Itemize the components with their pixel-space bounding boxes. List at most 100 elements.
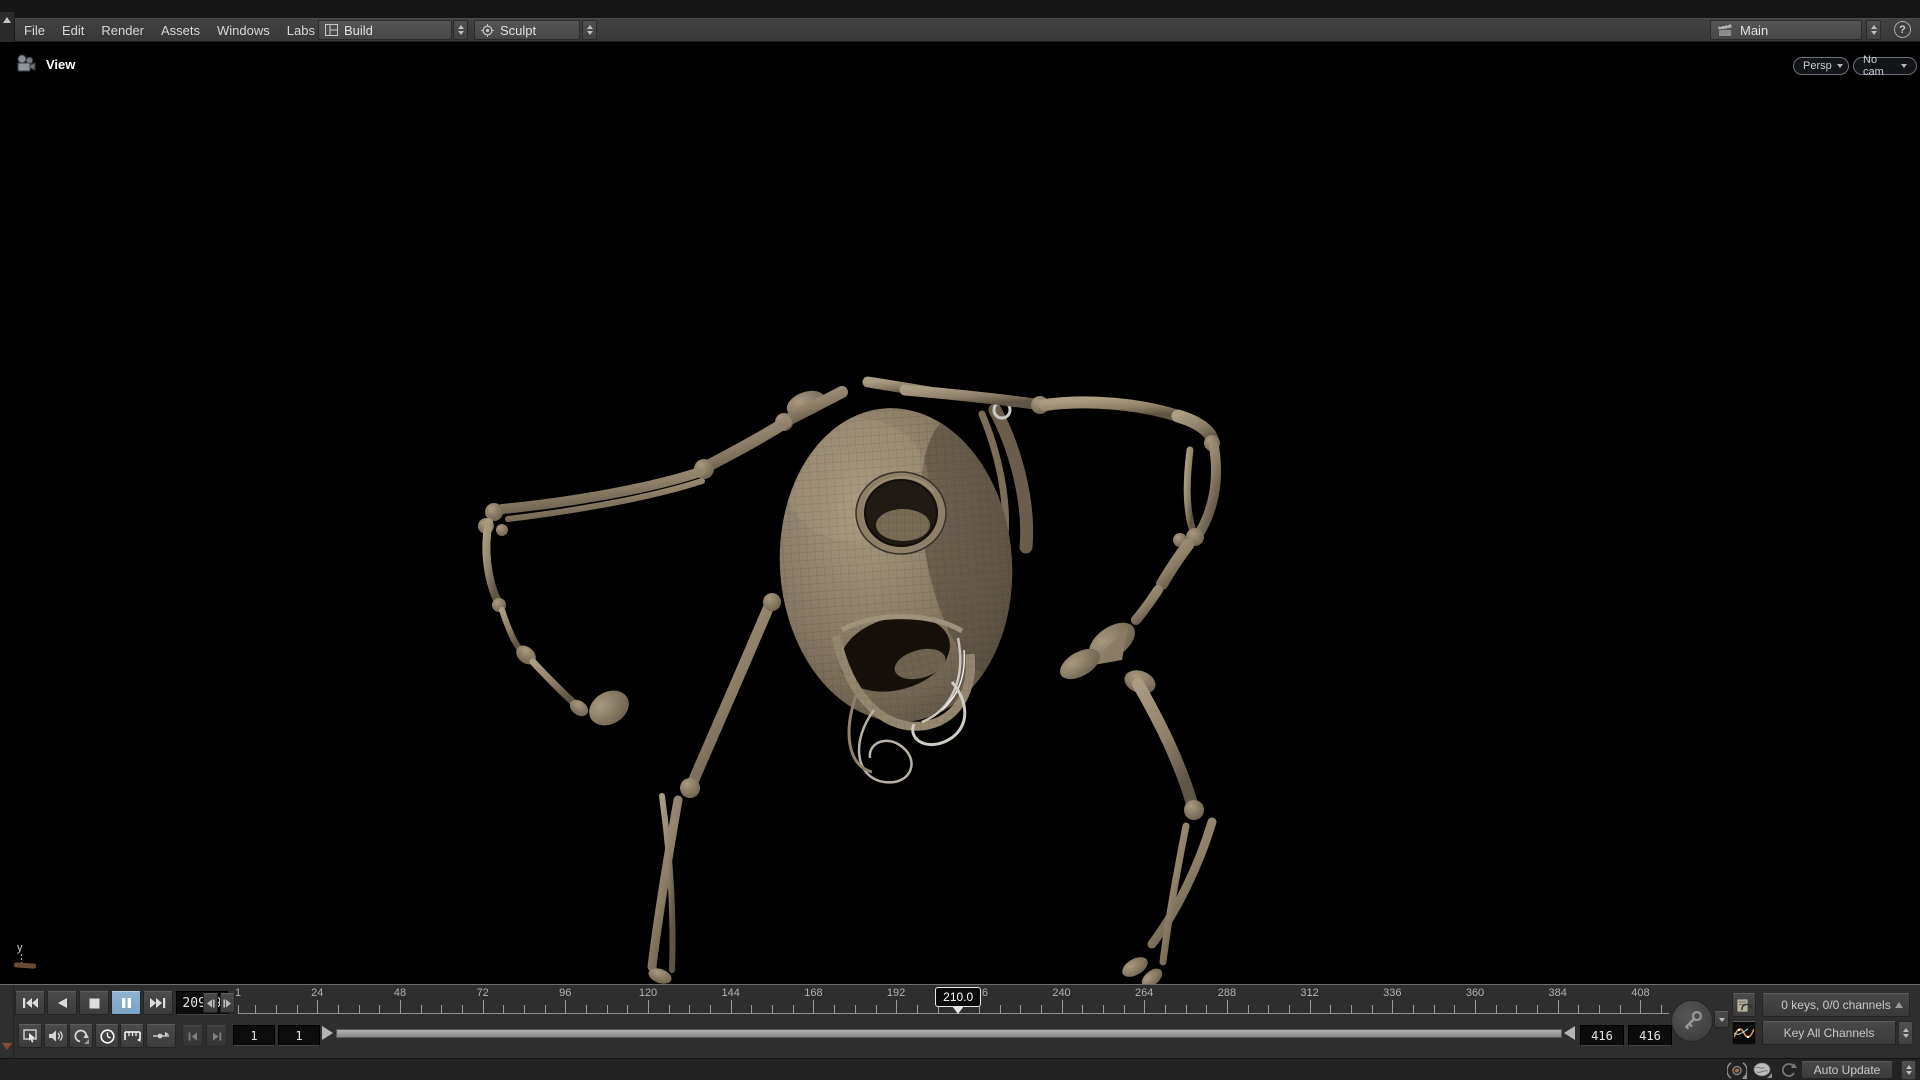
shelf-selector[interactable]: Sculpt [474, 20, 580, 40]
clapperboard-icon [1717, 23, 1734, 37]
menubar-collapse-strip[interactable] [0, 12, 15, 42]
chevron-down-icon [1901, 64, 1907, 68]
ruler-major-tick [565, 1000, 566, 1013]
prev-key-button[interactable] [182, 1025, 203, 1047]
range-slider-right-grip[interactable] [1564, 1026, 1575, 1040]
keys-status-label: 0 keys, 0/0 channels [1781, 998, 1890, 1012]
desktop-selector[interactable]: Build [318, 20, 452, 40]
spin-down-icon [1871, 31, 1877, 35]
menu-windows[interactable]: Windows [215, 23, 272, 38]
ruler-minor-tick [607, 1005, 608, 1013]
ruler-minor-tick [834, 1005, 835, 1013]
collapse-up-icon[interactable] [3, 17, 11, 23]
scene-selector-spinner[interactable] [1866, 20, 1881, 40]
target-icon [481, 24, 494, 37]
persp-label: Persp [1803, 60, 1832, 72]
animation-editor-button[interactable] [1732, 1021, 1756, 1045]
scene-selector-label: Main [1740, 23, 1768, 38]
spin-down-icon [458, 31, 464, 35]
ruler-minor-tick [1206, 1005, 1207, 1013]
ruler-minor-tick [1020, 1005, 1021, 1013]
ruler-minor-tick [379, 1005, 380, 1013]
range-slider-bar[interactable] [336, 1029, 1562, 1038]
set-keyframe-button[interactable] [1671, 1000, 1713, 1042]
context-help-button[interactable]: ? [1894, 21, 1911, 38]
memory-usage-button[interactable] [1752, 1061, 1772, 1079]
speaker-icon [48, 1029, 64, 1043]
keyframe-options-button[interactable] [1732, 993, 1756, 1017]
simulation-toggle-button[interactable] [146, 1024, 176, 1048]
range-slider-left-grip[interactable] [322, 1026, 333, 1040]
camera-select-button[interactable]: No cam [1853, 57, 1917, 75]
global-end-field[interactable]: 416 [1628, 1025, 1672, 1046]
refresh-icon [1779, 1062, 1797, 1078]
view-pane-tab[interactable]: View [14, 54, 75, 74]
no-cam-label: No cam [1863, 54, 1896, 78]
desktop-selector-spinner[interactable] [453, 20, 468, 40]
range-start-field[interactable]: 1 [278, 1025, 320, 1046]
ruler-major-tick [400, 1000, 401, 1013]
axis-x-bar [14, 962, 36, 969]
expand-up-icon [1895, 1002, 1903, 1008]
loop-icon [73, 1029, 89, 1044]
ruler-minor-tick [1661, 1005, 1662, 1013]
realtime-toggle-button[interactable] [95, 1024, 119, 1048]
ruler-minor-tick [1000, 1005, 1001, 1013]
keyframe-menu-button[interactable] [1714, 1011, 1729, 1028]
playhead-frame-flag[interactable]: 210.0 [935, 987, 981, 1007]
menu-labs[interactable]: Labs [285, 23, 317, 38]
ruler-frame-label: 96 [559, 987, 571, 999]
ruler-major-tick [1558, 1000, 1559, 1013]
collapse-down-icon[interactable] [2, 1043, 12, 1050]
integer-frames-button[interactable] [120, 1024, 144, 1048]
ruler-major-tick [483, 1000, 484, 1013]
ruler-frame-label: 120 [639, 987, 657, 999]
help-question-label: ? [1899, 24, 1906, 36]
spin-up-icon [1906, 1065, 1912, 1069]
frame-ruler-icon [124, 1029, 141, 1043]
prev-key-icon [188, 1032, 198, 1041]
brain-icon [1753, 1062, 1772, 1078]
range-end-field[interactable]: 416 [1580, 1025, 1624, 1046]
panel-cursor-icon [23, 1029, 38, 1043]
ruler-minor-tick [689, 1005, 690, 1013]
scene-selector[interactable]: Main [1710, 20, 1862, 40]
chevron-down-icon [1837, 64, 1843, 68]
cook-control-button[interactable] [1727, 1061, 1747, 1079]
spin-up-icon [1871, 25, 1877, 29]
view-tab-label: View [46, 57, 75, 72]
update-mode-selector[interactable]: Auto Update [1801, 1061, 1893, 1079]
ruler-major-tick [317, 1000, 318, 1013]
ruler-minor-tick [276, 1005, 277, 1013]
ruler-minor-tick [1454, 1005, 1455, 1013]
loop-mode-button[interactable] [69, 1024, 93, 1048]
spin-down-icon [587, 31, 593, 35]
playbar-options-button[interactable] [18, 1024, 42, 1048]
ruler-frame-label: 240 [1052, 987, 1070, 999]
cook-indicator-icon [1727, 1062, 1747, 1079]
ruler-minor-tick [545, 1005, 546, 1013]
window-top-strip [0, 0, 1920, 18]
recook-button[interactable] [1778, 1061, 1798, 1079]
update-mode-spinner[interactable] [1901, 1060, 1916, 1080]
audio-toggle-button[interactable] [44, 1024, 68, 1048]
menu-edit[interactable]: Edit [60, 23, 86, 38]
shelf-selector-spinner[interactable] [582, 20, 597, 40]
viewport-3d[interactable]: View Persp No cam y [0, 42, 1920, 984]
global-start-field[interactable]: 1 [233, 1025, 275, 1046]
key-mode-selector[interactable]: Key All Channels [1762, 1021, 1896, 1045]
menu-file[interactable]: File [22, 23, 47, 38]
ruler-minor-tick [876, 1005, 877, 1013]
ruler-minor-tick [1620, 1005, 1621, 1013]
next-key-button[interactable] [206, 1025, 227, 1047]
persp-menu-button[interactable]: Persp [1793, 57, 1849, 75]
ruler-frame-label: 24 [311, 987, 323, 999]
movie-camera-icon [14, 54, 38, 74]
menu-assets[interactable]: Assets [159, 23, 202, 38]
menu-render[interactable]: Render [99, 23, 146, 38]
ruler-minor-tick [255, 1005, 256, 1013]
shelf-selector-label: Sculpt [500, 23, 536, 38]
key-mode-spinner[interactable] [1898, 1021, 1913, 1045]
ruler-minor-tick [1248, 1005, 1249, 1013]
keys-status-bar[interactable]: 0 keys, 0/0 channels [1762, 993, 1910, 1017]
